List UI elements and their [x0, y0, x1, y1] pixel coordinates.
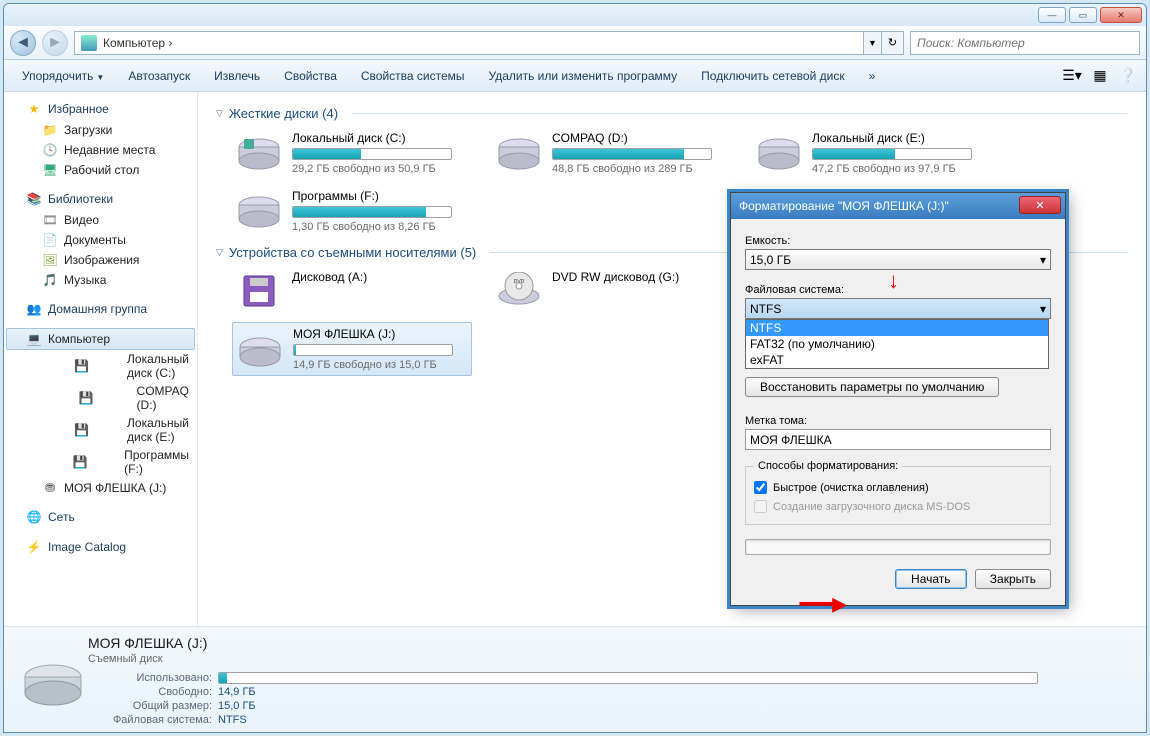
maximize-button[interactable]: ▭ [1069, 7, 1097, 23]
preview-pane-button[interactable]: ▦ [1090, 66, 1110, 86]
hdd-icon [236, 189, 282, 231]
computer-icon [81, 35, 97, 51]
autoplay-button[interactable]: Автозапуск [118, 65, 200, 87]
drive-d[interactable]: COMPAQ (D:)48,8 ГБ свободно из 289 ГБ [492, 127, 732, 179]
usage-bar [218, 672, 1038, 684]
usb-drive-icon [237, 327, 283, 369]
drive-j[interactable]: МОЯ ФЛЕШКА (J:)14,9 ГБ свободно из 15,0 … [232, 322, 472, 376]
toolbar: Упорядочить▼ Автозапуск Извлечь Свойства… [4, 60, 1146, 92]
search-input[interactable]: Поиск: Компьютер [910, 31, 1140, 55]
sidebar-libraries[interactable]: 📚Библиотеки [6, 188, 195, 210]
sidebar-drive-c[interactable]: 💾Локальный диск (C:) [6, 350, 195, 382]
sidebar-drive-j[interactable]: ⛃МОЯ ФЛЕШКА (J:) [6, 478, 195, 498]
dvd-icon: DVD [496, 270, 542, 312]
volume-label-input[interactable] [745, 429, 1051, 450]
view-mode-button[interactable]: ☰▾ [1062, 66, 1082, 86]
dialog-title: Форматирование "МОЯ ФЛЕШКА (J:)" [739, 199, 949, 213]
drive-g[interactable]: DVD DVD RW дисковод (G:) [492, 266, 732, 316]
more-button[interactable]: » [859, 65, 886, 87]
back-button[interactable]: ◄ [10, 30, 36, 56]
format-dialog: Форматирование "МОЯ ФЛЕШКА (J:)" ✕ Емкос… [730, 192, 1066, 606]
help-button[interactable]: ❔ [1118, 66, 1138, 86]
properties-button[interactable]: Свойства [274, 65, 347, 87]
fs-option-fat32[interactable]: FAT32 (по умолчанию) [746, 336, 1048, 352]
uninstall-button[interactable]: Удалить или изменить программу [479, 65, 688, 87]
drive-c[interactable]: Локальный диск (C:)29,2 ГБ свободно из 5… [232, 127, 472, 179]
volume-label-label: Метка тома: [745, 411, 1051, 429]
sidebar-drive-d[interactable]: 💾COMPAQ (D:) [6, 382, 195, 414]
sidebar-images[interactable]: 🖼Изображения [6, 250, 195, 270]
sidebar-music[interactable]: 🎵Музыка [6, 270, 195, 290]
selected-drive-icon [18, 635, 88, 724]
eject-button[interactable]: Извлечь [204, 65, 270, 87]
details-pane: МОЯ ФЛЕШКА (J:) Съемный диск Использован… [4, 626, 1146, 732]
hdd-icon [756, 131, 802, 173]
sidebar-drive-e[interactable]: 💾Локальный диск (E:) [6, 414, 195, 446]
drive-a[interactable]: Дисковод (A:) [232, 266, 472, 316]
address-bar[interactable]: Компьютер › [74, 31, 864, 55]
organize-menu[interactable]: Упорядочить▼ [12, 65, 114, 87]
titlebar: — ▭ ✕ [4, 4, 1146, 26]
fs-option-ntfs[interactable]: NTFS [746, 320, 1048, 336]
system-properties-button[interactable]: Свойства системы [351, 65, 475, 87]
minimize-button[interactable]: — [1038, 7, 1066, 23]
filesystem-dropdown: NTFS FAT32 (по умолчанию) exFAT [745, 319, 1049, 369]
dialog-titlebar[interactable]: Форматирование "МОЯ ФЛЕШКА (J:)" ✕ [731, 193, 1065, 219]
sidebar-homegroup[interactable]: 👥Домашняя группа [6, 298, 195, 320]
restore-defaults-button[interactable]: Восстановить параметры по умолчанию [745, 377, 999, 397]
sidebar-downloads[interactable]: 📁Загрузки [6, 120, 195, 140]
hdd-icon [496, 131, 542, 173]
sidebar-drive-f[interactable]: 💾Программы (F:) [6, 446, 195, 478]
section-hdd[interactable]: ▽Жесткие диски (4) [212, 98, 1132, 127]
format-progress [745, 539, 1051, 555]
capacity-label: Емкость: [745, 231, 1051, 249]
drive-e[interactable]: Локальный диск (E:)47,2 ГБ свободно из 9… [752, 127, 992, 179]
map-drive-button[interactable]: Подключить сетевой диск [691, 65, 854, 87]
sidebar-documents[interactable]: 📄Документы [6, 230, 195, 250]
quick-format-checkbox[interactable]: Быстрое (очистка оглавления) [754, 478, 1042, 497]
sidebar: ★Избранное 📁Загрузки 🕓Недавние места 🖥Ра… [4, 92, 198, 626]
dialog-close-button[interactable]: ✕ [1019, 196, 1061, 214]
refresh-button[interactable]: ↻ [882, 31, 904, 55]
details-title: МОЯ ФЛЕШКА (J:) [88, 635, 1132, 653]
sidebar-desktop[interactable]: 🖥Рабочий стол [6, 160, 195, 180]
sidebar-network[interactable]: 🌐Сеть [6, 506, 195, 528]
hdd-icon [236, 131, 282, 173]
sidebar-computer[interactable]: 💻Компьютер [6, 328, 195, 350]
sidebar-recent[interactable]: 🕓Недавние места [6, 140, 195, 160]
details-type: Съемный диск [88, 653, 1132, 671]
start-button[interactable]: Начать [895, 569, 967, 589]
address-dropdown[interactable]: ▼ [864, 31, 882, 55]
sidebar-catalog[interactable]: ⚡Image Catalog [6, 536, 195, 558]
floppy-icon [236, 270, 282, 312]
format-methods-fieldset: Способы форматирования: Быстрое (очистка… [745, 460, 1051, 525]
forward-button[interactable]: ► [42, 30, 68, 56]
sidebar-video[interactable]: 🎞Видео [6, 210, 195, 230]
filesystem-label: Файловая система: [745, 280, 1051, 298]
breadcrumb-path: Компьютер › [103, 36, 172, 50]
close-dialog-button[interactable]: Закрыть [975, 569, 1051, 589]
sidebar-favorites[interactable]: ★Избранное [6, 98, 195, 120]
drive-f[interactable]: Программы (F:)1,30 ГБ свободно из 8,26 Г… [232, 185, 472, 237]
filesystem-select[interactable]: NTFS▾ [745, 298, 1051, 319]
bootdisk-checkbox: Создание загрузочного диска MS-DOS [754, 497, 1042, 516]
svg-text:DVD: DVD [514, 279, 525, 285]
capacity-select[interactable]: 15,0 ГБ▾ [745, 249, 1051, 270]
fs-option-exfat[interactable]: exFAT [746, 352, 1048, 368]
close-button[interactable]: ✕ [1100, 7, 1142, 23]
nav-bar: ◄ ► Компьютер › ▼ ↻ Поиск: Компьютер [4, 26, 1146, 60]
